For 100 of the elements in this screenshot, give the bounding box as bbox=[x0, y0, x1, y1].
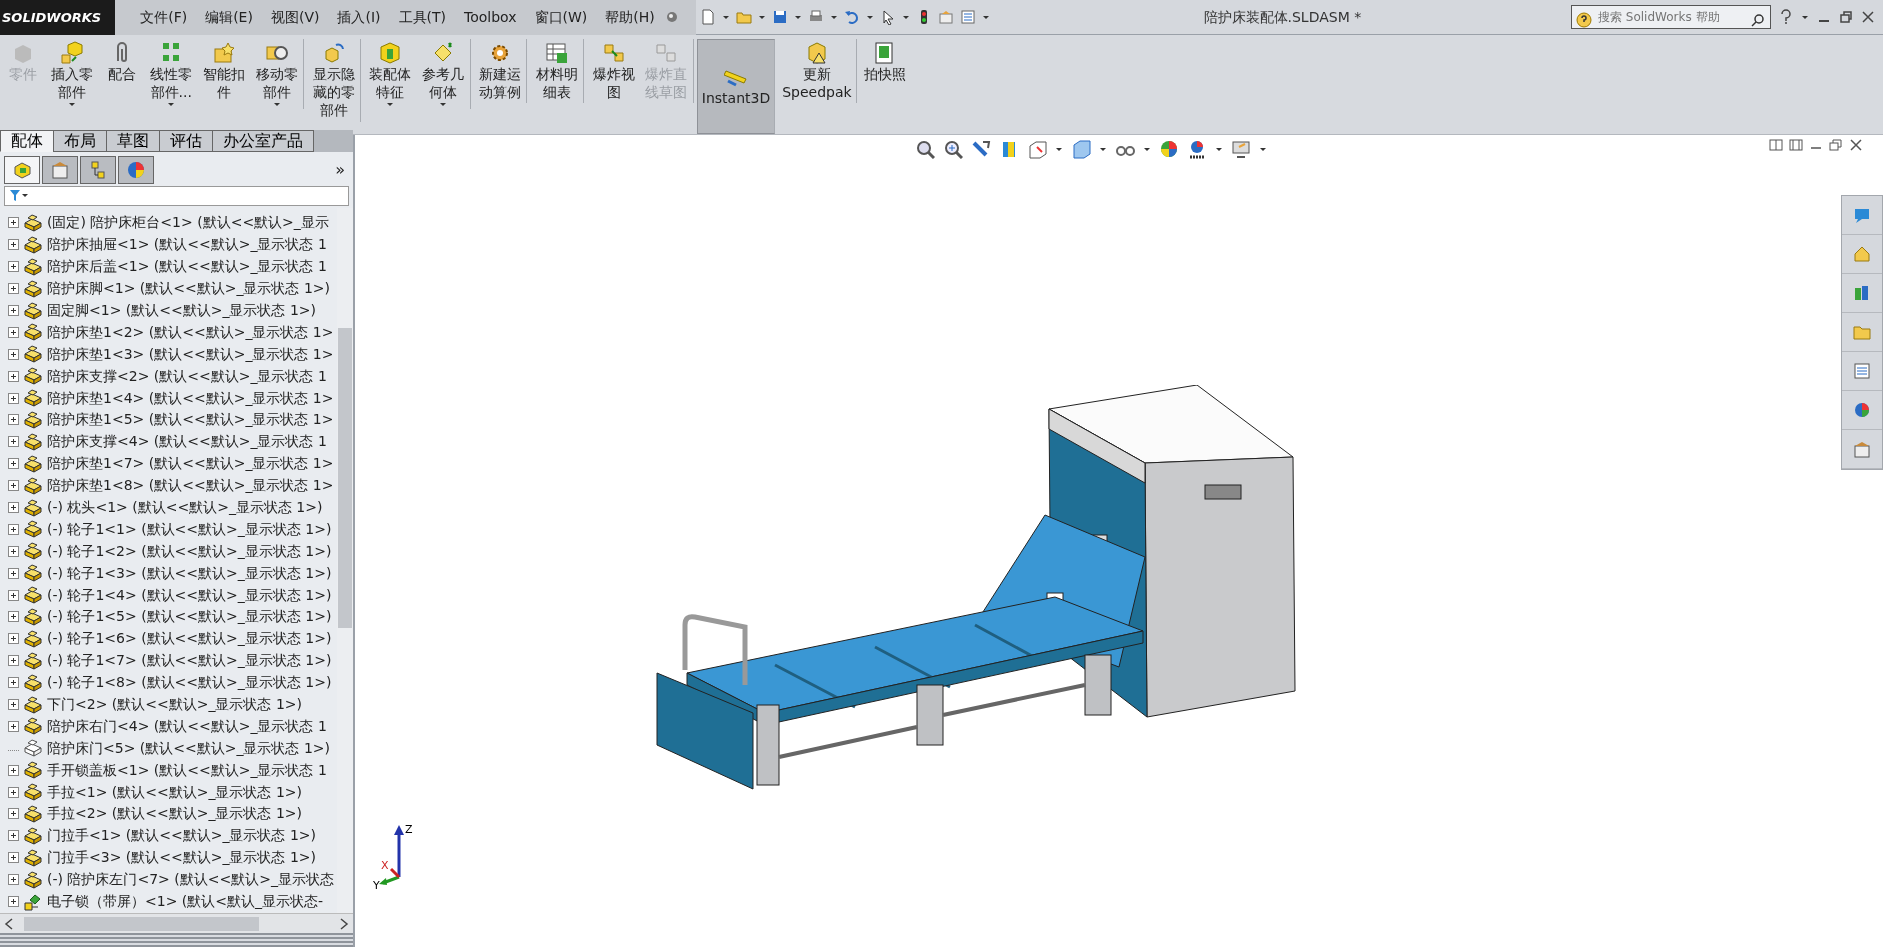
ribbon-button[interactable]: 装配体特征 bbox=[364, 39, 417, 110]
expand-panel-button[interactable]: » bbox=[335, 158, 345, 182]
caret-icon[interactable] bbox=[981, 14, 990, 20]
expand-icon[interactable] bbox=[8, 896, 19, 908]
scene-icon[interactable] bbox=[1187, 139, 1207, 159]
tab[interactable]: 评估 bbox=[159, 130, 213, 152]
expand-icon[interactable] bbox=[8, 523, 19, 535]
expand-icon[interactable] bbox=[8, 633, 19, 645]
ribbon-button[interactable]: 更新Speedpak bbox=[778, 39, 857, 104]
ribbon-button[interactable]: 拍快照 bbox=[859, 39, 910, 86]
tree-item[interactable]: 陪护床支撑<4> (默认<<默认>_显示状态 1 bbox=[47, 431, 327, 453]
undo-icon[interactable] bbox=[843, 9, 860, 25]
tree-item[interactable]: 手开锁盖板<1> (默认<<默认>_显示状态 1 bbox=[47, 759, 327, 781]
caret-icon[interactable] bbox=[829, 14, 838, 20]
view-orientation-icon[interactable] bbox=[1027, 139, 1047, 159]
tree-item[interactable]: (-) 轮子1<6> (默认<<默认>_显示状态 1>) bbox=[47, 628, 332, 650]
panel-tab[interactable] bbox=[80, 156, 116, 184]
horizontal-scrollbar[interactable] bbox=[0, 913, 353, 933]
search-field[interactable]: 搜索 SolidWorks 帮助 bbox=[1571, 5, 1771, 29]
expand-icon[interactable] bbox=[8, 458, 19, 470]
tree-item[interactable]: (-) 轮子1<5> (默认<<默认>_显示状态 1>) bbox=[47, 606, 332, 628]
menu-item[interactable]: 工具(T) bbox=[389, 6, 455, 28]
tree-item[interactable]: (-) 轮子1<7> (默认<<默认>_显示状态 1>) bbox=[47, 650, 332, 672]
tree-item[interactable]: 陪护床后盖<1> (默认<<默认>_显示状态 1 bbox=[47, 256, 327, 278]
expand-icon[interactable] bbox=[8, 764, 19, 776]
previous-view-icon[interactable] bbox=[971, 139, 991, 159]
expand-icon[interactable] bbox=[8, 502, 19, 513]
tree-item[interactable]: (-) 轮子1<2> (默认<<默认>_显示状态 1>) bbox=[47, 540, 332, 562]
menu-item[interactable]: 帮助(H) bbox=[596, 6, 664, 28]
expand-icon[interactable] bbox=[8, 239, 19, 251]
tree-item[interactable]: 门拉手<3> (默认<<默认>_显示状态 1>) bbox=[47, 847, 317, 869]
expand-icon[interactable] bbox=[8, 808, 19, 820]
tree-item[interactable]: (-) 枕头<1> (默认<<默认>_显示状态 1>) bbox=[47, 497, 323, 518]
panel-tab[interactable] bbox=[4, 156, 40, 184]
scroll-right-icon[interactable] bbox=[339, 917, 349, 930]
tree-item[interactable]: 下门<2> (默认<<默认>_显示状态 1>) bbox=[47, 694, 303, 716]
caret-icon[interactable] bbox=[1055, 146, 1063, 152]
menu-item[interactable]: 视图(V) bbox=[261, 6, 329, 28]
expand-icon[interactable] bbox=[8, 655, 19, 667]
tab[interactable]: 草图 bbox=[106, 130, 160, 152]
help-icon[interactable] bbox=[1779, 9, 1793, 25]
split-view-icon[interactable] bbox=[1769, 139, 1783, 151]
ribbon-button[interactable]: 材料明细表 bbox=[530, 39, 585, 104]
tree-item[interactable]: 陪护床右门<4> (默认<<默认>_显示状态 1 bbox=[47, 715, 327, 737]
scroll-left-icon[interactable] bbox=[4, 917, 14, 930]
expand-icon[interactable] bbox=[8, 611, 19, 623]
caret-icon[interactable] bbox=[865, 14, 874, 20]
restore-icon[interactable] bbox=[1829, 139, 1843, 151]
ribbon-button[interactable]: 插入零部件 bbox=[46, 39, 99, 110]
expand-icon[interactable] bbox=[8, 305, 19, 316]
expand-icon[interactable] bbox=[8, 414, 19, 426]
ribbon-button[interactable]: 爆炸视图 bbox=[587, 39, 640, 104]
expand-icon[interactable] bbox=[8, 326, 19, 338]
tree-item[interactable]: 陪护床垫1<5> (默认<<默认>_显示状态 1> bbox=[47, 409, 334, 431]
tree-item[interactable]: 陪护床门<5> (默认<<默认>_显示状态 1>) bbox=[47, 737, 331, 759]
scrollbar-thumb[interactable] bbox=[338, 328, 352, 628]
ribbon-button[interactable]: 显示隐藏的零部件 bbox=[307, 39, 361, 122]
tree-item[interactable]: 陪护床垫1<7> (默认<<默认>_显示状态 1> bbox=[47, 453, 334, 475]
expand-icon[interactable] bbox=[8, 545, 19, 557]
caret-icon[interactable] bbox=[757, 14, 766, 20]
expand-icon[interactable] bbox=[8, 786, 19, 798]
ribbon-button[interactable]: 新建运动算例 bbox=[473, 39, 528, 104]
close-icon[interactable] bbox=[1861, 10, 1875, 24]
expand-icon[interactable] bbox=[8, 436, 19, 448]
expand-icon[interactable] bbox=[8, 874, 19, 886]
tree-item[interactable]: (-) 陪护床左门<7> (默认<<默认>_显示状态 bbox=[47, 869, 334, 891]
expand-icon[interactable] bbox=[8, 480, 19, 492]
expand-icon[interactable] bbox=[8, 852, 19, 864]
menu-item[interactable]: 窗口(W) bbox=[525, 6, 597, 28]
tree-item[interactable]: 陪护床脚<1> (默认<<默认>_显示状态 1>) bbox=[47, 278, 331, 300]
tree-item[interactable]: (固定) 陪护床柜台<1> (默认<<默认>_显示 bbox=[47, 212, 329, 234]
tree-item[interactable]: (-) 轮子1<3> (默认<<默认>_显示状态 1>) bbox=[47, 562, 332, 584]
new-document-icon[interactable] bbox=[699, 9, 716, 25]
tree-item[interactable]: 陪护床垫1<2> (默认<<默认>_显示状态 1> bbox=[47, 321, 334, 343]
expand-icon[interactable] bbox=[8, 348, 19, 360]
menu-item[interactable]: 编辑(E) bbox=[196, 6, 262, 28]
menu-item[interactable]: Toolbox bbox=[455, 6, 526, 28]
expand-icon[interactable] bbox=[8, 699, 19, 711]
ribbon-button[interactable]: 参考几何体 bbox=[416, 39, 471, 110]
caret-icon[interactable] bbox=[1259, 146, 1267, 152]
tree-item[interactable]: 手拉<1> (默认<<默认>_显示状态 1>) bbox=[47, 781, 303, 803]
display-style-icon[interactable] bbox=[1071, 139, 1091, 159]
tree-item[interactable]: 固定脚<1> (默认<<默认>_显示状态 1>) bbox=[47, 300, 317, 321]
split-view-icon[interactable] bbox=[1789, 139, 1803, 151]
zoom-area-icon[interactable] bbox=[943, 139, 963, 159]
ribbon-button[interactable]: Instant3D bbox=[696, 39, 776, 134]
tree-item[interactable]: 手拉<2> (默认<<默认>_显示状态 1>) bbox=[47, 803, 303, 825]
close-icon[interactable] bbox=[1849, 139, 1863, 151]
tree-item[interactable]: 陪护床垫1<3> (默认<<默认>_显示状态 1> bbox=[47, 343, 334, 365]
tree-item[interactable]: 陪护床垫1<4> (默认<<默认>_显示状态 1> bbox=[47, 387, 334, 409]
expand-icon[interactable] bbox=[8, 217, 19, 229]
tree-item[interactable]: (-) 轮子1<4> (默认<<默认>_显示状态 1>) bbox=[47, 584, 332, 606]
tree-item[interactable]: 陪护床抽屉<1> (默认<<默认>_显示状态 1 bbox=[47, 234, 327, 256]
expand-icon[interactable] bbox=[8, 589, 19, 601]
menu-item[interactable]: 插入(I) bbox=[328, 6, 390, 28]
expand-icon[interactable] bbox=[8, 283, 19, 295]
ribbon-button[interactable]: 智能扣件 bbox=[197, 39, 251, 104]
caret-icon[interactable] bbox=[1801, 14, 1809, 20]
expand-icon[interactable] bbox=[8, 720, 19, 732]
ribbon-button[interactable]: 移动零部件 bbox=[250, 39, 305, 110]
